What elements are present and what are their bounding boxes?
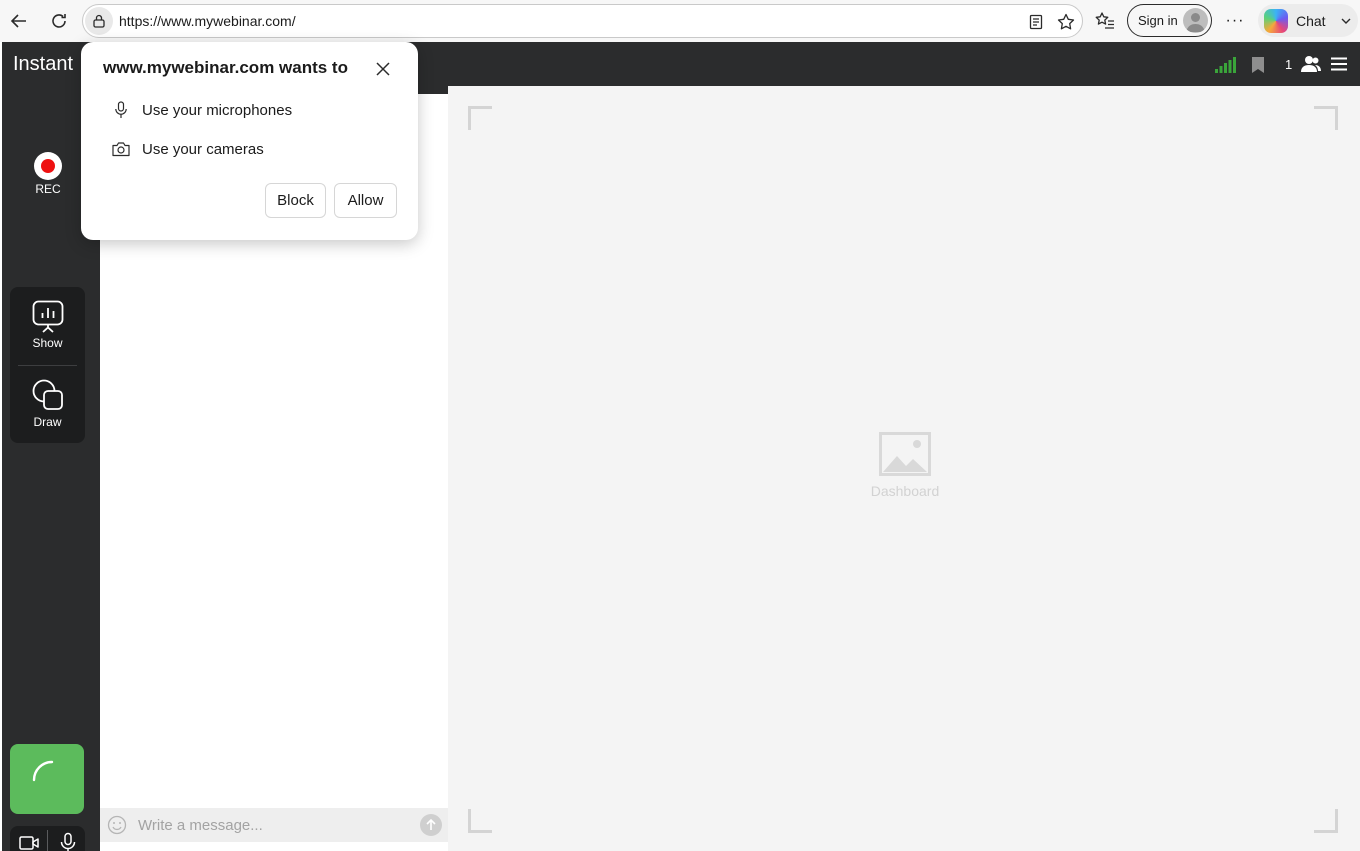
favorites-button[interactable] [1091, 7, 1119, 35]
loading-spinner-icon [32, 760, 54, 782]
permission-microphone: Use your microphones [111, 100, 292, 120]
permission-camera: Use your cameras [111, 139, 264, 159]
record-label: REC [35, 182, 61, 196]
signal-strength-icon [1215, 57, 1236, 73]
back-button[interactable] [5, 7, 33, 35]
participants-icon[interactable] [1301, 55, 1321, 73]
reading-view-icon [1029, 14, 1043, 30]
reload-button[interactable] [45, 7, 73, 35]
sign-in-label: Sign in [1138, 13, 1178, 28]
camera-icon[interactable] [19, 834, 39, 851]
app-brand: Instant [13, 53, 74, 75]
permission-microphone-label: Use your microphones [142, 101, 293, 119]
url-text: https://www.mywebinar.com/ [119, 13, 296, 29]
reload-icon [52, 14, 66, 28]
address-bar[interactable]: https://www.mywebinar.com/ [82, 4, 1083, 38]
chevron-down-icon [1341, 18, 1351, 24]
microphone-icon [115, 101, 127, 118]
image-placeholder-icon [879, 432, 931, 476]
bookmark-icon[interactable] [1251, 56, 1265, 74]
reading-view-button[interactable] [1025, 11, 1047, 33]
chat-message-input[interactable]: Write a message... [138, 817, 263, 834]
draw-button[interactable]: Draw [10, 378, 85, 429]
draw-label: Draw [33, 415, 62, 429]
avatar [1183, 8, 1208, 33]
site-info-button[interactable] [85, 7, 113, 35]
lock-icon [93, 14, 105, 28]
dashboard-placeholder: Dashboard [865, 432, 945, 499]
show-button[interactable]: Show [10, 299, 85, 350]
close-icon [376, 62, 390, 76]
dashboard-label: Dashboard [870, 483, 940, 499]
microphone-icon[interactable] [59, 832, 77, 851]
stage-corner [1314, 106, 1338, 130]
chat-label: Chat [1296, 12, 1326, 29]
close-button[interactable] [373, 59, 393, 79]
permission-camera-label: Use your cameras [142, 140, 264, 158]
stage-corner [468, 809, 492, 833]
more-dots-icon: ··· [1225, 12, 1245, 29]
stage-corner [468, 106, 492, 130]
media-controls [10, 826, 85, 851]
sign-in-button[interactable]: Sign in [1127, 4, 1212, 37]
copilot-icon [1264, 8, 1288, 33]
chat-input-bar[interactable]: Write a message... [100, 808, 448, 842]
copilot-chat-button[interactable]: Chat [1258, 4, 1358, 37]
stage-corner [1314, 809, 1338, 833]
browser-toolbar: https://www.mywebinar.com/ Sign in ··· C… [0, 0, 1360, 42]
emoji-icon[interactable] [107, 815, 127, 835]
star-icon [1057, 13, 1075, 30]
camera-icon [112, 142, 130, 157]
tool-divider [18, 365, 77, 366]
presentation-icon [32, 300, 63, 333]
shapes-icon [32, 379, 63, 410]
permission-title: www.mywebinar.com wants to [103, 58, 348, 77]
media-divider [47, 830, 48, 851]
record-icon [34, 152, 62, 180]
favorite-button[interactable] [1055, 11, 1077, 33]
menu-icon[interactable] [1330, 57, 1348, 71]
send-icon[interactable] [420, 814, 442, 836]
block-button[interactable]: Block [265, 183, 326, 218]
record-button[interactable]: REC [32, 152, 64, 196]
allow-button[interactable]: Allow [334, 183, 397, 218]
participants-count: 1 [1285, 57, 1293, 72]
show-label: Show [32, 336, 63, 350]
tool-group: Show Draw [10, 287, 85, 443]
favorites-list-icon [1095, 12, 1114, 29]
go-live-button[interactable] [10, 744, 84, 814]
permission-popup: www.mywebinar.com wants to Use your micr… [81, 42, 418, 240]
arrow-left-icon [10, 14, 26, 28]
settings-more-button[interactable]: ··· [1222, 8, 1248, 34]
presentation-stage: Dashboard [448, 86, 1360, 851]
user-icon [1186, 13, 1205, 32]
